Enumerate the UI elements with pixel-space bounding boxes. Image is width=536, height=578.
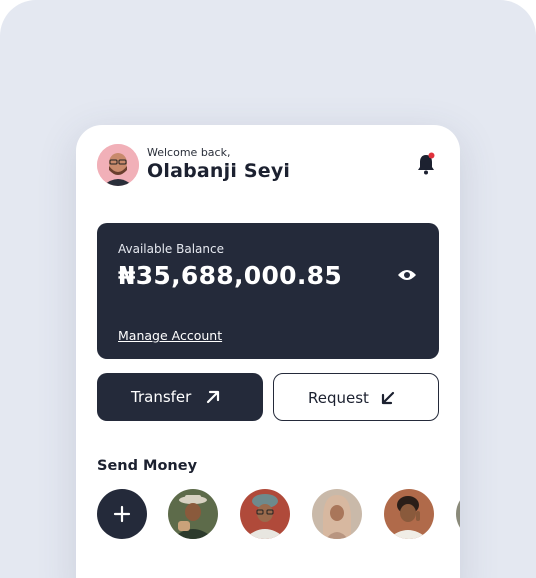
eye-icon[interactable]: [397, 267, 417, 281]
contact-avatar[interactable]: [456, 489, 460, 539]
balance-label: Available Balance: [118, 242, 224, 256]
contact-avatar[interactable]: [168, 489, 218, 539]
contact-avatar[interactable]: [240, 489, 290, 539]
transfer-button[interactable]: Transfer: [97, 373, 263, 421]
request-label: Request: [308, 389, 369, 407]
balance-card: Available Balance ₦35,688,000.85 Manage …: [97, 223, 439, 359]
user-avatar[interactable]: [97, 144, 139, 186]
request-button[interactable]: Request: [273, 373, 439, 421]
transfer-label: Transfer: [131, 388, 192, 406]
manage-account-link[interactable]: Manage Account: [118, 328, 222, 343]
add-contact-button[interactable]: [97, 489, 147, 539]
arrow-down-left-icon: [379, 389, 397, 407]
send-money-title: Send Money: [97, 458, 198, 474]
balance-amount: ₦35,688,000.85: [118, 261, 343, 290]
header: Welcome back, Olabanji Seyi: [97, 144, 439, 188]
phone-screen: Welcome back, Olabanji Seyi Available Ba…: [76, 125, 460, 578]
contact-avatar[interactable]: [312, 489, 362, 539]
notification-dot: [428, 152, 435, 159]
contact-avatar[interactable]: [384, 489, 434, 539]
user-name: Olabanji Seyi: [147, 160, 291, 182]
notification-bell-icon[interactable]: [415, 152, 437, 176]
app-background: Welcome back, Olabanji Seyi Available Ba…: [0, 0, 536, 578]
contacts-row: [97, 489, 460, 541]
arrow-up-right-icon: [204, 388, 222, 406]
welcome-text: Welcome back,: [147, 146, 231, 159]
